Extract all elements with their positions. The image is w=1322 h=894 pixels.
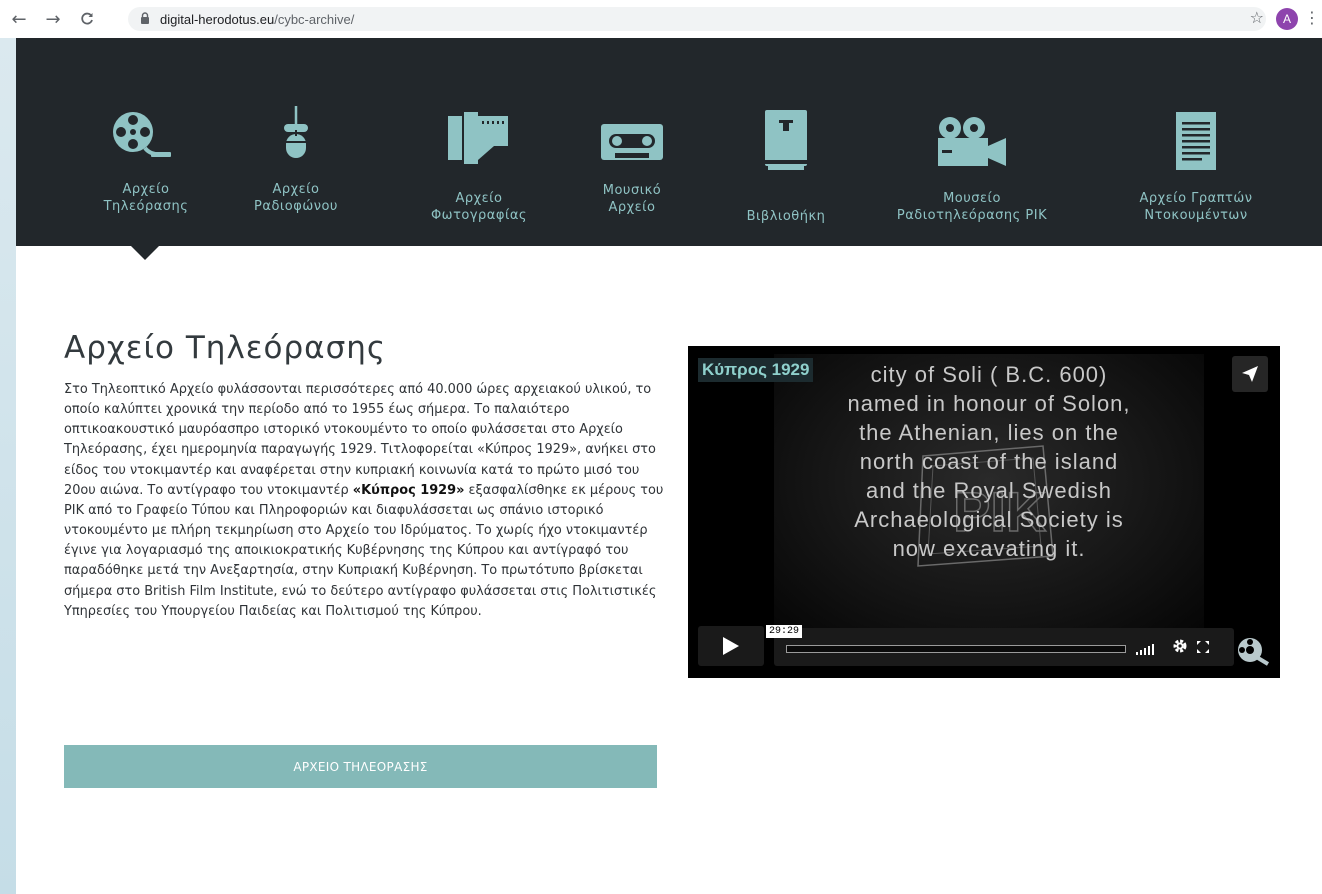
reload-button[interactable] (76, 8, 98, 30)
paper-plane-icon (1242, 366, 1258, 382)
description-paragraph: Στο Τηλεοπτικό Αρχείο φυλάσσονται περισσ… (64, 380, 664, 622)
address-bar[interactable]: digital-herodotus.eu/cybc-archive/ (128, 7, 1266, 31)
bookmark-star-icon[interactable]: ☆ (1250, 8, 1264, 27)
time-tooltip: 29:29 (766, 625, 803, 638)
nav-label-line1: Βιβλιοθήκη (746, 209, 826, 224)
nav-item-museum[interactable]: Μουσείο Ραδιοτηλεόρασης ΡΙΚ (872, 38, 1072, 246)
nav-item-photo-archive[interactable]: Αρχείο Φωτογραφίας (414, 38, 544, 246)
volume-icon[interactable] (1136, 640, 1156, 659)
nav-label-line2: Ραδιοτηλεόρασης ΡΙΚ (896, 208, 1048, 223)
film-line: city of Soli ( B.C. 600) (870, 362, 1108, 387)
share-button[interactable] (1232, 356, 1268, 392)
video-player[interactable]: PIK city of Soli ( B.C. 600) named in ho… (688, 346, 1280, 678)
video-control-bar (774, 628, 1234, 666)
nav-label-radio-archive: Αρχείο Ραδιοφώνου (236, 181, 356, 215)
nav-item-documents[interactable]: Αρχείο Γραπτών Ντοκουμέντων (1096, 38, 1296, 246)
video-camera-icon (936, 116, 1008, 173)
play-icon (723, 637, 739, 655)
nav-label-music-archive: Μουσικό Αρχείο (572, 182, 692, 216)
nav-label-line1: Αρχείο (455, 191, 503, 206)
nav-label-tv-archive: Αρχείο Τηλεόρασης (86, 181, 206, 215)
url-path: /cybc-archive/ (274, 11, 355, 27)
back-button[interactable]: ← (8, 8, 30, 30)
settings-gear-icon[interactable] (1172, 638, 1188, 658)
nav-label-line2: Τηλεόρασης (103, 199, 189, 214)
nav-label-line2: Ντοκουμέντων (1144, 208, 1248, 223)
film-line: named in honour of Solon, (847, 391, 1131, 416)
vimeo-logo-icon[interactable] (1236, 636, 1272, 670)
nav-item-tv-archive[interactable]: Αρχείο Τηλεόρασης (86, 38, 206, 246)
video-title[interactable]: Κύπρος 1929 (698, 358, 814, 382)
profile-avatar[interactable]: A (1276, 8, 1298, 30)
menu-icon[interactable]: ⋮ (1304, 8, 1320, 27)
nav-label-line1: Μουσείο (943, 191, 1001, 206)
film-line: and the Royal Swedish (865, 478, 1113, 503)
progress-bar[interactable] (786, 645, 1126, 653)
film-line: the Athenian, lies on the (859, 420, 1119, 445)
film-line: Archaeological Society is (854, 507, 1124, 532)
archive-navigation: Αρχείο Τηλεόρασης Αρχείο Ραδιοφώνου Αρχε… (16, 38, 1322, 246)
nav-label-line1: Μουσικό (602, 183, 662, 198)
reload-icon (81, 12, 93, 25)
film-reel-icon (111, 110, 181, 167)
fullscreen-icon[interactable] (1196, 639, 1210, 658)
nav-label-line1: Αρχείο (272, 182, 320, 197)
nav-item-radio-archive[interactable]: Αρχείο Ραδιοφώνου (236, 38, 356, 246)
left-decorative-strip (0, 38, 16, 894)
page-title: Αρχείο Τηλεόρασης (64, 330, 387, 366)
film-roll-icon (448, 112, 510, 169)
description-bold-title: «Κύπρος 1929» (352, 482, 465, 498)
film-line: north coast of the island (859, 449, 1119, 474)
nav-label-line1: Αρχείο (122, 182, 170, 197)
cassette-icon (601, 124, 663, 165)
description-text-2: εξασφαλίσθηκε εκ μέρους του ΡΙΚ από το Γ… (64, 482, 664, 619)
nav-label-documents: Αρχείο Γραπτών Ντοκουμέντων (1096, 190, 1296, 224)
document-icon (1176, 112, 1216, 175)
forward-button[interactable]: → (42, 8, 64, 30)
nav-label-library: Βιβλιοθήκη (726, 208, 846, 225)
microphone-icon (281, 104, 311, 167)
tv-archive-button[interactable]: ΑΡΧΕΙΟ ΤΗΛΕΟΡΑΣΗΣ (64, 745, 657, 788)
browser-toolbar: ← → digital-herodotus.eu/cybc-archive/ ☆… (0, 0, 1322, 38)
active-nav-indicator (131, 246, 159, 260)
lock-icon (140, 11, 150, 27)
nav-label-line1: Αρχείο Γραπτών (1139, 191, 1253, 206)
url-domain: digital-herodotus.eu (160, 11, 275, 27)
nav-label-line2: Φωτογραφίας (430, 208, 528, 223)
nav-label-photo-archive: Αρχείο Φωτογραφίας (414, 190, 544, 224)
url-text: digital-herodotus.eu/cybc-archive/ (160, 12, 354, 27)
film-line: now excavating it. (892, 536, 1086, 561)
nav-label-line2: Αρχείο (608, 200, 656, 215)
nav-label-line2: Ραδιοφώνου (254, 199, 338, 214)
nav-label-museum: Μουσείο Ραδιοτηλεόρασης ΡΙΚ (872, 190, 1072, 224)
book-icon (765, 110, 807, 175)
description-text-1: Στο Τηλεοπτικό Αρχείο φυλάσσονται περισσ… (64, 382, 656, 498)
nav-item-music-archive[interactable]: Μουσικό Αρχείο (572, 38, 692, 246)
nav-item-library[interactable]: Βιβλιοθήκη (726, 38, 846, 246)
play-button[interactable] (698, 626, 764, 666)
film-intertitle: city of Soli ( B.C. 600) named in honour… (774, 360, 1204, 563)
